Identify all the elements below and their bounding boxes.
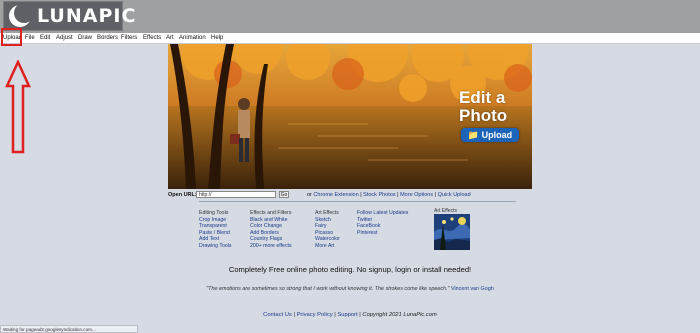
- footer: Contact Us | Privacy Policy | Support | …: [263, 312, 437, 318]
- fairy-link[interactable]: Fairy: [315, 223, 340, 230]
- effects-column: Effects and Filters Black and White Colo…: [250, 210, 292, 250]
- go-button[interactable]: Go: [279, 191, 289, 198]
- quote-text: "The emotions are sometimes so strong th…: [206, 286, 450, 292]
- menu-help[interactable]: Help: [211, 33, 223, 43]
- moon-logo-icon: [7, 3, 34, 29]
- black-white-link[interactable]: Black and White: [250, 217, 292, 224]
- effects-heading: Effects and Filters: [250, 210, 292, 216]
- tagline: Completely Free online photo editing. No…: [228, 265, 472, 274]
- hero-upload-button[interactable]: 📁 Upload: [461, 128, 519, 142]
- quick-links: or Chrome Extension | Stock Photos | Mor…: [307, 192, 471, 198]
- menu-file[interactable]: File: [25, 33, 35, 43]
- up-arrow-annotation: [5, 60, 31, 154]
- more-effects-link[interactable]: 200+ more effects: [250, 243, 292, 250]
- quote: "The emotions are sometimes so strong th…: [0, 286, 700, 292]
- privacy-policy-link[interactable]: Privacy Policy: [297, 312, 333, 318]
- menu-animation[interactable]: Animation: [179, 33, 206, 43]
- menu-filters[interactable]: Filters: [121, 33, 137, 43]
- tools-heading: Editing Tools: [199, 210, 229, 216]
- logo-text: LUNAPIC: [37, 5, 137, 27]
- pinterest-link[interactable]: Pinterest: [357, 230, 408, 237]
- copyright: Copyright 2021 LunaPic.com: [362, 312, 437, 318]
- color-change-link[interactable]: Color Change: [250, 223, 292, 230]
- facebook-link[interactable]: FaceBook: [357, 223, 408, 230]
- folder-icon: 📁: [467, 130, 480, 140]
- art-column: Art Effects Sketch Fairy Picasso Waterco…: [315, 210, 340, 250]
- menu-edit[interactable]: Edit: [40, 33, 50, 43]
- hero-upload-label: Upload: [481, 130, 513, 140]
- transparent-link[interactable]: Transparent: [199, 223, 231, 230]
- crop-image-link[interactable]: Crop Image: [199, 217, 231, 224]
- hero-banner[interactable]: Edit a Photo 📁 Upload: [168, 44, 532, 189]
- paste-blend-link[interactable]: Paste / Blend: [199, 230, 231, 237]
- url-input[interactable]: http://: [196, 191, 276, 198]
- quick-upload-link[interactable]: Quick Upload: [438, 192, 471, 198]
- art-heading: Art Effects: [315, 210, 339, 216]
- menu-art[interactable]: Art: [166, 33, 174, 43]
- follow-updates-link[interactable]: Follow Latest Updates: [357, 210, 408, 217]
- tools-column: Editing Tools Crop Image Transparent Pas…: [199, 210, 231, 250]
- sketch-link[interactable]: Sketch: [315, 217, 340, 224]
- country-flags-link[interactable]: Country Flags: [250, 236, 292, 243]
- drawing-tools-link[interactable]: Drawing Tools: [199, 243, 231, 250]
- section-divider: [199, 201, 516, 202]
- support-link[interactable]: Support: [337, 312, 357, 318]
- more-art-link[interactable]: More Art: [315, 243, 340, 250]
- menu-bar: Upload File Edit Adjust Draw Borders Fil…: [0, 33, 700, 44]
- header-bar: LUNAPIC: [0, 0, 700, 33]
- menu-effects[interactable]: Effects: [143, 33, 161, 43]
- add-borders-link[interactable]: Add Borders: [250, 230, 292, 237]
- menu-draw[interactable]: Draw: [78, 33, 92, 43]
- add-text-link[interactable]: Add Text: [199, 236, 231, 243]
- menu-borders[interactable]: Borders: [97, 33, 118, 43]
- watercolor-link[interactable]: Watercolor: [315, 236, 340, 243]
- twitter-link[interactable]: Twitter: [357, 217, 408, 224]
- more-options-link[interactable]: More Options: [400, 192, 433, 198]
- browser-status-bar: Waiting for pagead2.googlesyndication.co…: [0, 325, 138, 333]
- hero-headline: Edit a Photo: [459, 88, 508, 125]
- open-url-label: Open URL:: [168, 192, 197, 198]
- social-column: Follow Latest Updates Twitter FaceBook P…: [357, 210, 408, 236]
- picasso-link[interactable]: Picasso: [315, 230, 340, 237]
- upload-highlight-box: [1, 28, 22, 46]
- contact-us-link[interactable]: Contact Us: [263, 312, 292, 318]
- quote-author[interactable]: Vincent van Gogh: [451, 286, 494, 292]
- stock-photos-link[interactable]: Stock Photos: [363, 192, 395, 198]
- menu-adjust[interactable]: Adjust: [56, 33, 73, 43]
- lunapic-logo[interactable]: LUNAPIC: [3, 1, 135, 31]
- starry-night-thumbnail[interactable]: [434, 214, 470, 250]
- chrome-extension-link[interactable]: Chrome Extension: [313, 192, 358, 198]
- or-text: or: [307, 192, 312, 198]
